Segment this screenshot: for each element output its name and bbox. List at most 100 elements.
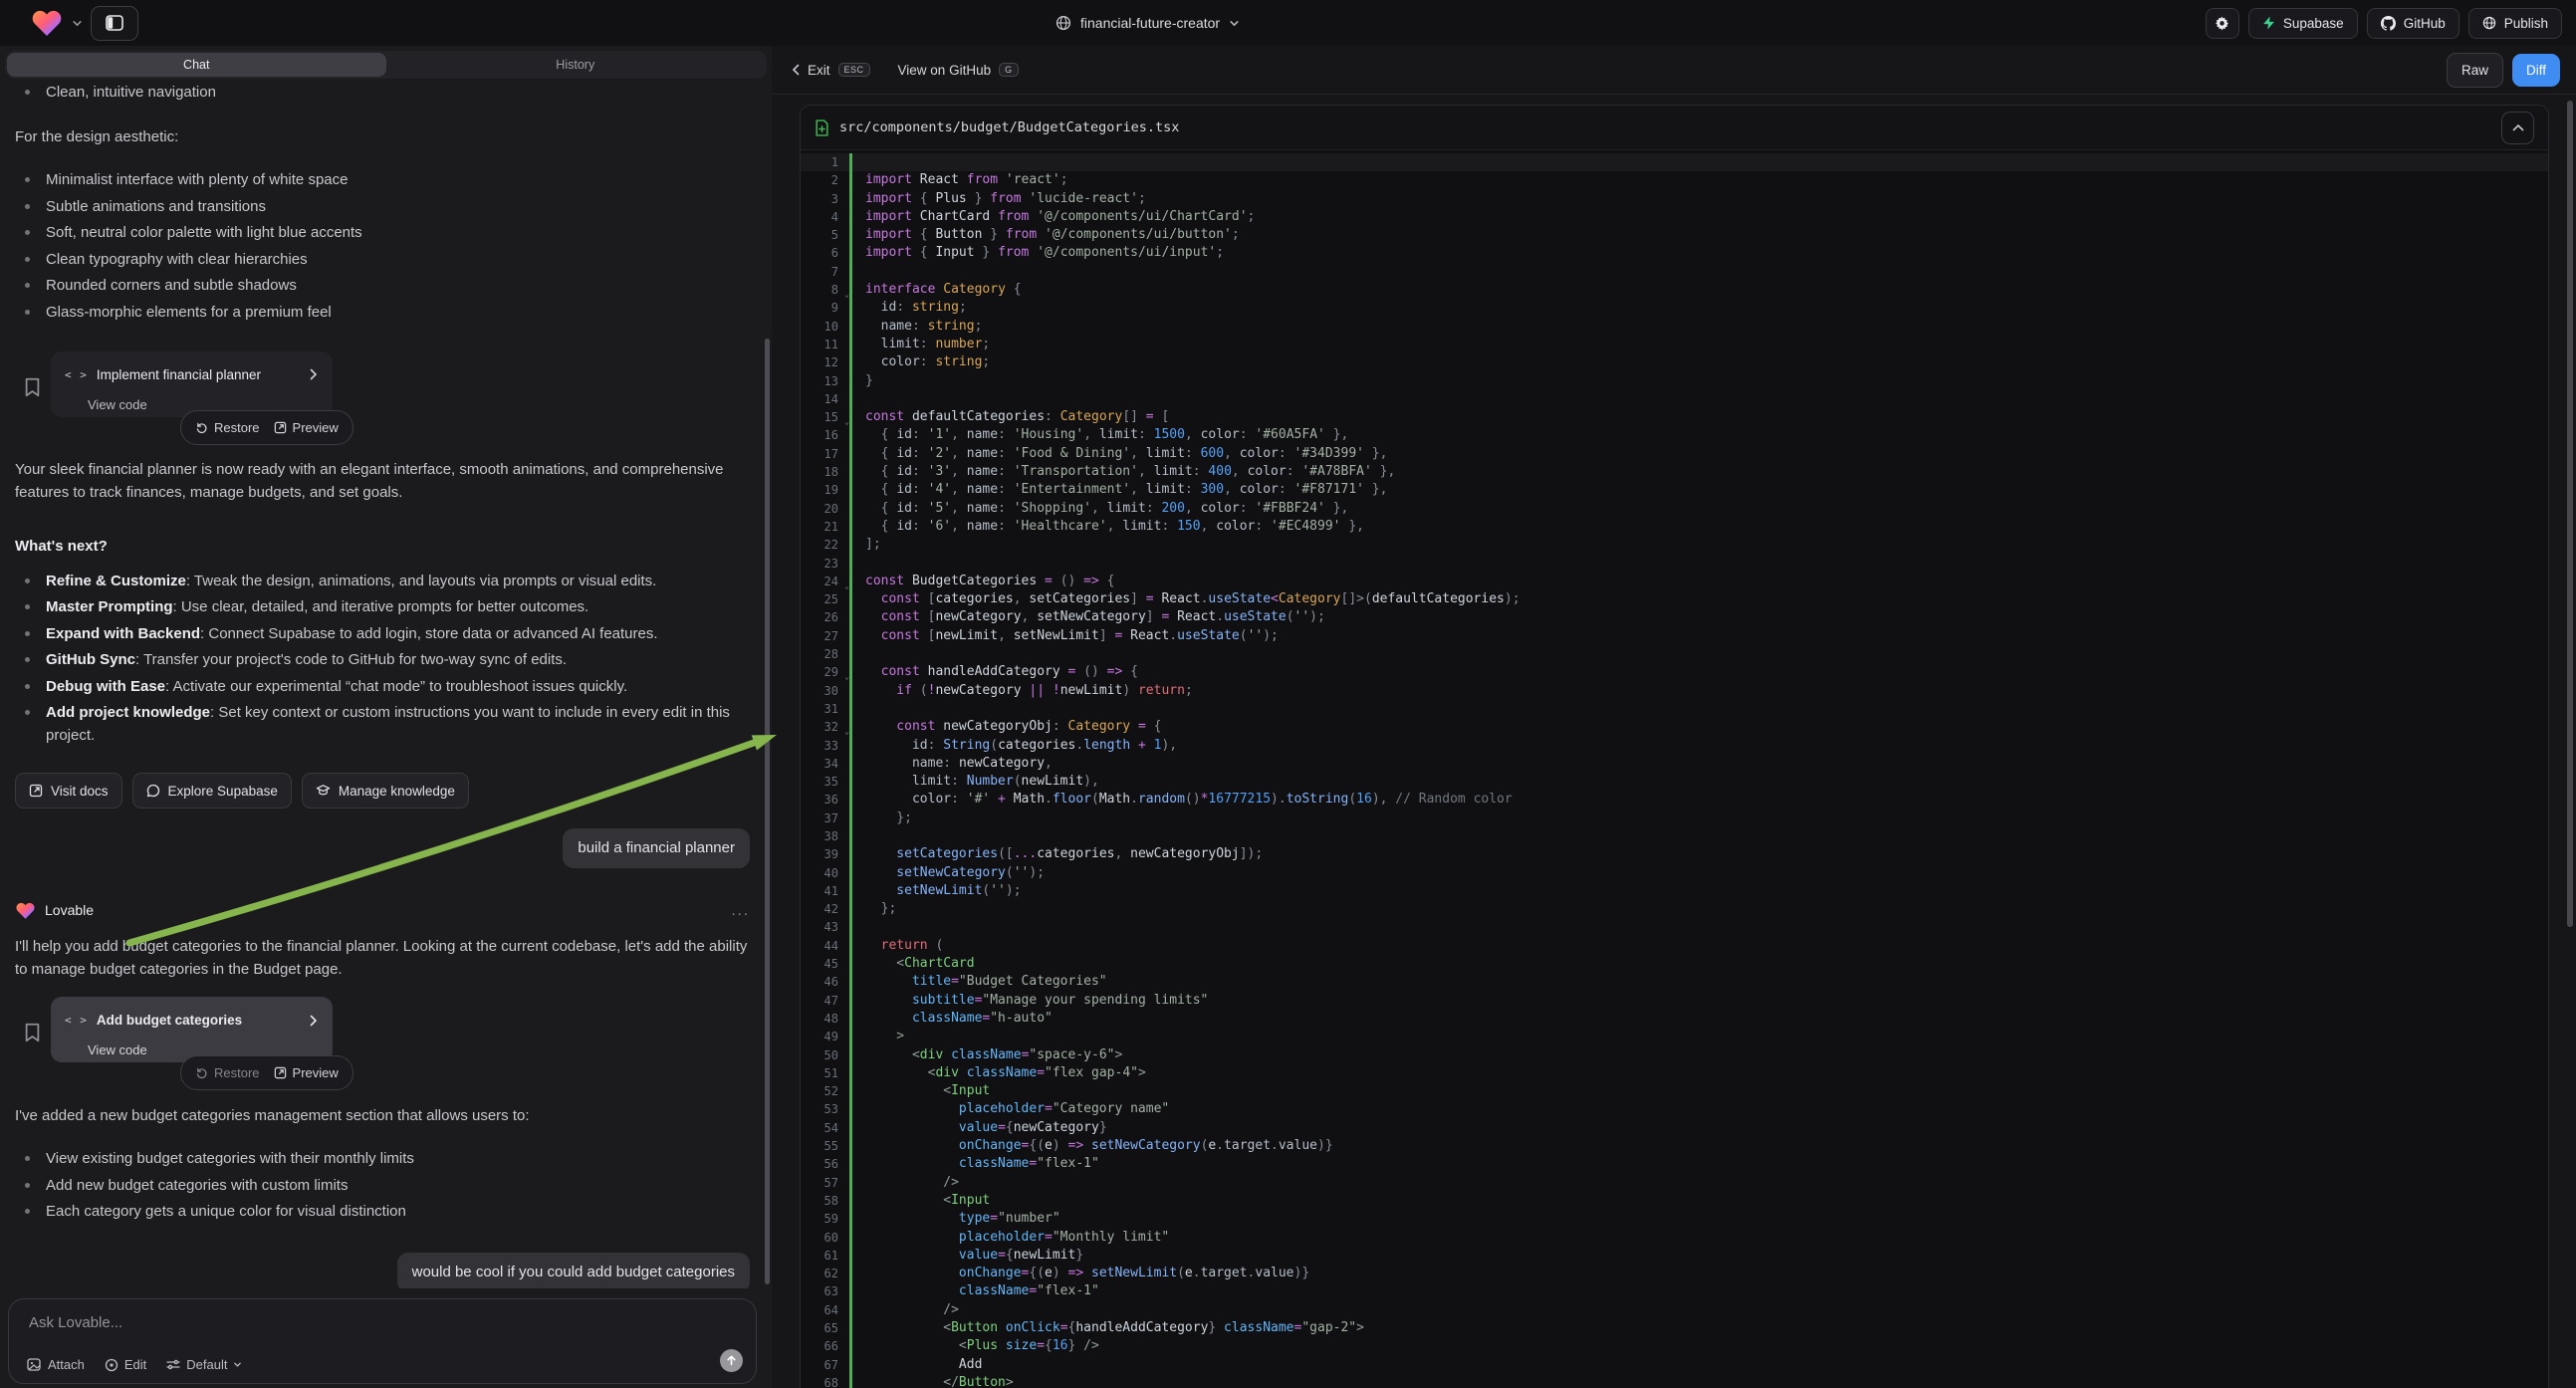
- edit-button[interactable]: Edit: [105, 1357, 146, 1372]
- restore-button[interactable]: Restore: [195, 416, 260, 439]
- list-item: Soft, neutral color palette with light b…: [15, 221, 750, 244]
- code-icon: < >: [65, 363, 88, 386]
- code-line: 66 <Plus size={16} />: [801, 1337, 2548, 1355]
- code-line: 6import { Input } from '@/components/ui/…: [801, 244, 2548, 262]
- restore-button[interactable]: Restore: [195, 1061, 260, 1084]
- code-line: 44 return (: [801, 937, 2548, 955]
- manage-knowledge-button[interactable]: Manage knowledge: [302, 773, 469, 809]
- version-card-add-budget-categories[interactable]: < > Add budget categories View code: [51, 997, 333, 1062]
- preview-button[interactable]: Preview: [274, 1061, 339, 1084]
- code-line: 65 <Button onClick={handleAddCategory} c…: [801, 1319, 2548, 1337]
- publish-globe-icon: [2482, 16, 2496, 30]
- chevron-right-icon[interactable]: [309, 368, 319, 380]
- diff-button[interactable]: Diff: [2512, 54, 2560, 87]
- github-button[interactable]: GitHub: [2367, 8, 2459, 39]
- attach-image-icon: [27, 1358, 42, 1372]
- gear-icon: [2215, 16, 2229, 31]
- version-card-block-1: < > Implement financial planner View cod…: [15, 351, 750, 451]
- file-path: src/components/budget/BudgetCategories.t…: [839, 119, 2501, 135]
- list-item: View existing budget categories with the…: [15, 1147, 750, 1170]
- user-message-bubble: would be cool if you could add budget ca…: [397, 1253, 750, 1288]
- chat-composer: Ask Lovable... Attach Edit Default: [8, 1298, 757, 1384]
- code-line: 57 />: [801, 1174, 2548, 1192]
- version-card-implement-financial-planner[interactable]: < > Implement financial planner View cod…: [51, 351, 333, 417]
- list-item: Add new budget categories with custom li…: [15, 1174, 750, 1197]
- code-line: 11 limit: number;: [801, 336, 2548, 353]
- collapse-file-button[interactable]: [2501, 112, 2534, 144]
- send-button[interactable]: [720, 1349, 743, 1372]
- code-line: 1: [801, 153, 2548, 171]
- code-line: 20 { id: '5', name: 'Shopping', limit: 2…: [801, 500, 2548, 518]
- added-paragraph: I've added a new budget categories manag…: [15, 1104, 750, 1127]
- code-line: 5import { Button } from '@/components/ui…: [801, 226, 2548, 244]
- external-link-icon: [29, 784, 43, 798]
- bookmark-icon[interactable]: [24, 1023, 41, 1042]
- project-name[interactable]: financial-future-creator: [1080, 15, 1220, 31]
- code-panel: Exit ESC View on GitHub G Raw Diff src/c…: [772, 46, 2576, 1388]
- project-chevron-down-icon[interactable]: [1229, 18, 1240, 29]
- list-item: Subtle animations and transitions: [15, 195, 750, 218]
- list-item: Minimalist interface with plenty of whit…: [15, 168, 750, 191]
- assistant-name: Lovable: [45, 899, 94, 922]
- preview-button[interactable]: Preview: [274, 416, 339, 439]
- code-line: 23: [801, 555, 2548, 573]
- toggle-sidebar-button[interactable]: [91, 6, 138, 41]
- list-item: Expand with Backend: Connect Supabase to…: [15, 622, 750, 645]
- publish-button[interactable]: Publish: [2468, 8, 2562, 39]
- code-line: 49 >: [801, 1028, 2548, 1045]
- code-line: 40 setNewCategory('');: [801, 864, 2548, 882]
- top-bar: financial-future-creator Supabase GitHub: [0, 0, 2576, 46]
- list-item: Clean, intuitive navigation: [15, 81, 750, 104]
- chat-messages[interactable]: Clean, intuitive navigation For the desi…: [0, 80, 772, 1288]
- chevron-right-icon[interactable]: [309, 1015, 319, 1027]
- mode-select[interactable]: Default: [166, 1357, 242, 1372]
- code-scrollbar[interactable]: [2567, 101, 2573, 927]
- attach-button[interactable]: Attach: [27, 1357, 85, 1372]
- workspace-chevron-down-icon[interactable]: [72, 18, 83, 29]
- code-line: 39 setCategories([...categories, newCate…: [801, 845, 2548, 863]
- exit-button[interactable]: Exit ESC: [792, 63, 870, 78]
- code-editor[interactable]: 12import React from 'react';3import { Pl…: [801, 150, 2548, 1388]
- visit-docs-button[interactable]: Visit docs: [15, 773, 122, 809]
- list-item: Debug with Ease: Activate our experiment…: [15, 675, 750, 698]
- explore-supabase-button[interactable]: Explore Supabase: [132, 773, 292, 809]
- project-globe-icon: [1055, 15, 1071, 31]
- edit-target-icon: [105, 1358, 118, 1372]
- code-line: 42 };: [801, 900, 2548, 918]
- file-header: src/components/budget/BudgetCategories.t…: [801, 106, 2548, 150]
- list-item: Master Prompting: Use clear, detailed, a…: [15, 595, 750, 618]
- code-line: 58 <Input: [801, 1192, 2548, 1210]
- design-heading: For the design aesthetic:: [15, 125, 750, 148]
- bookmark-icon[interactable]: [24, 377, 41, 397]
- supabase-bolt-icon: [2262, 16, 2275, 30]
- restore-preview-pill: Restore Preview: [180, 410, 353, 445]
- supabase-button[interactable]: Supabase: [2248, 8, 2358, 39]
- code-line: 25 const [categories, setCategories] = R…: [801, 590, 2548, 608]
- chat-input[interactable]: Ask Lovable...: [29, 1314, 122, 1331]
- github-icon: [2381, 16, 2396, 31]
- graduation-cap-icon: [316, 784, 331, 798]
- view-on-github-button[interactable]: View on GitHub G: [898, 63, 1019, 78]
- code-line: 7: [801, 263, 2548, 281]
- added-list: View existing budget categories with the…: [15, 1147, 750, 1223]
- code-line: 68 </Button>: [801, 1374, 2548, 1388]
- assistant-intro-paragraph: I'll help you add budget categories to t…: [15, 935, 750, 981]
- tab-chat[interactable]: Chat: [7, 53, 386, 77]
- chat-history-tabs: Chat History: [5, 51, 767, 79]
- chat-panel: Chat History Clean, intuitive navigation…: [0, 46, 772, 1388]
- list-item: GitHub Sync: Transfer your project's cod…: [15, 648, 750, 671]
- chat-scrollbar[interactable]: [765, 339, 770, 1284]
- design-list: Minimalist interface with plenty of whit…: [15, 168, 750, 324]
- action-buttons-row: Visit docs Explore Supabase Manage knowl…: [15, 773, 750, 809]
- message-menu-button[interactable]: ...: [731, 899, 750, 922]
- code-line: 9 id: string;: [801, 299, 2548, 317]
- raw-button[interactable]: Raw: [2447, 53, 2503, 88]
- sliders-icon: [166, 1358, 180, 1371]
- settings-button[interactable]: [2206, 8, 2239, 39]
- list-item: Add project knowledge: Set key context o…: [15, 701, 750, 747]
- lovable-logo-heart-icon[interactable]: [30, 8, 64, 38]
- tab-history[interactable]: History: [386, 53, 766, 77]
- code-line: 35 limit: Number(newLimit),: [801, 773, 2548, 791]
- code-line: 8⌄interface Category {: [801, 281, 2548, 299]
- assistant-header: Lovable ...: [15, 899, 750, 922]
